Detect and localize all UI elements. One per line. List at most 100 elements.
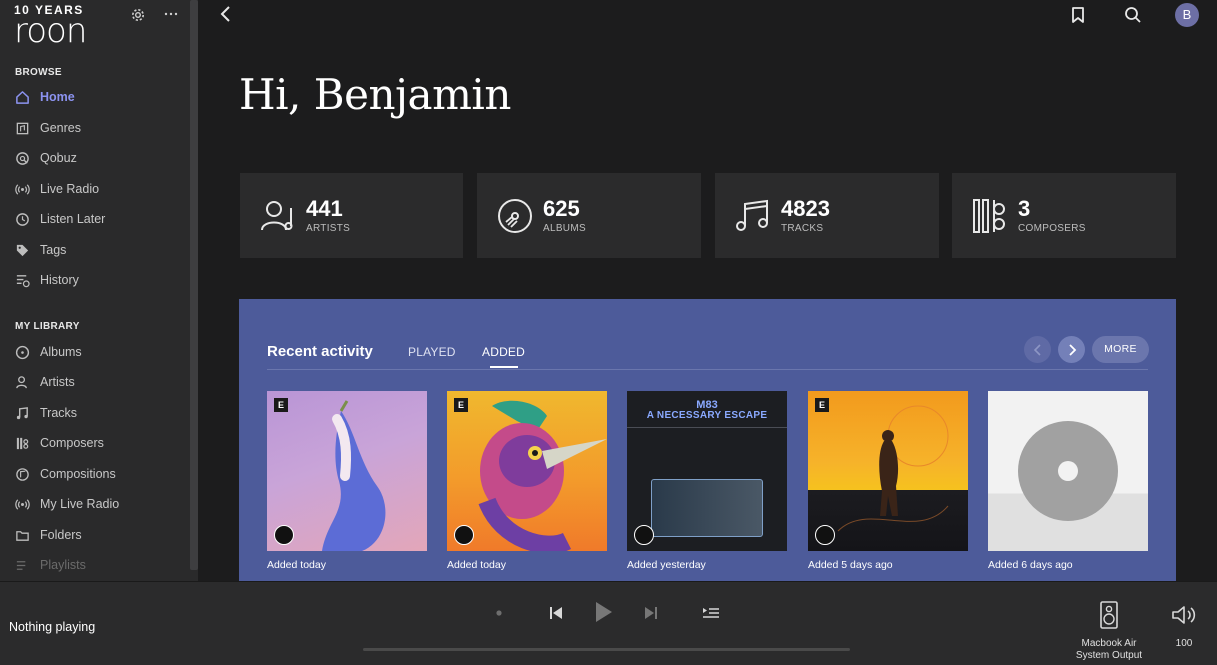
sidebar-item-label: Folders — [40, 528, 82, 542]
history-icon — [14, 272, 30, 288]
qobuz-badge-icon — [815, 525, 835, 545]
stat-card-tracks[interactable]: 4823 TRACKS — [715, 173, 939, 258]
stat-label: ARTISTS — [306, 223, 351, 234]
sidebar-item-compositions[interactable]: Compositions — [14, 463, 184, 485]
album-added-caption: Added 5 days ago — [808, 559, 893, 571]
sidebar-item-composers[interactable]: Composers — [14, 432, 184, 454]
album-cover-placeholder[interactable] — [988, 391, 1148, 551]
play-icon — [596, 602, 612, 622]
stat-value: 4823 — [781, 196, 830, 221]
playback-progress-bar[interactable] — [363, 648, 850, 651]
sidebar-item-qobuz[interactable]: Qobuz — [14, 147, 184, 169]
composition-icon — [14, 466, 30, 482]
album-cover[interactable]: M83 A NECESSARY ESCAPE — [627, 391, 787, 551]
sidebar-item-tracks[interactable]: Tracks — [14, 402, 184, 424]
volume-icon — [1172, 606, 1196, 624]
previous-track-button[interactable] — [546, 602, 566, 624]
skip-back-icon — [550, 607, 562, 619]
tab-played[interactable]: PLAYED — [408, 345, 456, 359]
sidebar-scrollbar[interactable] — [190, 0, 198, 570]
volume-value: 100 — [1175, 638, 1193, 649]
next-page-button[interactable] — [1058, 336, 1085, 363]
qobuz-icon — [14, 150, 30, 166]
tab-added[interactable]: ADDED — [482, 345, 525, 359]
bookmark-icon — [1072, 7, 1084, 23]
chevron-left-icon — [1033, 343, 1041, 356]
random-radio-dot-icon[interactable] — [494, 608, 504, 618]
sidebar-item-tags[interactable]: Tags — [14, 239, 184, 261]
next-track-button[interactable] — [641, 602, 661, 624]
volume-button[interactable] — [1170, 602, 1198, 628]
sidebar-item-label: Playlists — [40, 558, 86, 572]
speaker-icon — [1100, 601, 1118, 629]
radio-icon — [14, 181, 30, 197]
browse-section-label: BROWSE — [15, 67, 62, 78]
sidebar-item-albums[interactable]: Albums — [14, 341, 184, 363]
music-note-icon — [14, 405, 30, 421]
album-cover[interactable]: E — [267, 391, 427, 551]
sidebar-item-label: Home — [40, 90, 75, 104]
tag-icon — [14, 242, 30, 258]
more-button[interactable]: MORE — [1092, 336, 1149, 363]
sidebar-item-artists[interactable]: Artists — [14, 371, 184, 393]
queue-button[interactable] — [700, 602, 722, 624]
stat-value: 625 — [543, 196, 580, 221]
sidebar-item-history[interactable]: History — [14, 269, 184, 291]
sidebar-item-label: History — [40, 273, 79, 287]
bookmark-button[interactable] — [1069, 5, 1089, 25]
back-button[interactable] — [218, 4, 236, 24]
roon-logo[interactable]: 10 YEARS roon — [14, 4, 90, 51]
search-button[interactable] — [1123, 5, 1143, 25]
sidebar: 10 YEARS roon BROWSE Home Genres Qobuz L… — [0, 0, 198, 581]
qobuz-badge-icon — [274, 525, 294, 545]
sidebar-item-label: Qobuz — [40, 151, 77, 165]
recent-activity-panel: Recent activity PLAYED ADDED MORE E Adde… — [239, 299, 1176, 581]
roon-app: 10 YEARS roon BROWSE Home Genres Qobuz L… — [0, 0, 1217, 665]
skip-forward-icon — [645, 607, 657, 619]
play-button[interactable] — [591, 599, 615, 625]
album-cover-title: A NECESSARY ESCAPE — [646, 410, 768, 421]
chevron-right-icon — [1068, 343, 1076, 356]
stat-label: COMPOSERS — [1018, 223, 1086, 234]
stat-label: ALBUMS — [543, 223, 586, 234]
stat-value: 441 — [306, 196, 343, 221]
sidebar-item-genres[interactable]: Genres — [14, 117, 184, 139]
sidebar-item-my-live-radio[interactable]: My Live Radio — [14, 493, 184, 515]
sidebar-item-home[interactable]: Home — [14, 86, 184, 108]
zone-name[interactable]: Macbook Air System Output — [1064, 638, 1154, 662]
sidebar-item-label: Genres — [40, 121, 81, 135]
stat-card-artists[interactable]: 441 ARTISTS — [240, 173, 463, 258]
sidebar-item-folders[interactable]: Folders — [14, 524, 184, 546]
sidebar-item-label: Listen Later — [40, 212, 106, 226]
zone-speaker-button[interactable] — [1098, 599, 1120, 631]
person-icon — [14, 374, 30, 390]
sidebar-item-playlists[interactable]: Playlists — [14, 554, 184, 576]
logo-wordmark: roon — [14, 11, 87, 51]
more-options-icon[interactable] — [162, 5, 180, 23]
stat-label: TRACKS — [781, 223, 824, 234]
sidebar-item-label: Compositions — [40, 467, 116, 481]
previous-page-button[interactable] — [1024, 336, 1051, 363]
album-card[interactable]: E Added today — [267, 391, 427, 571]
qobuz-badge-icon — [634, 525, 654, 545]
album-cover[interactable]: E — [447, 391, 607, 551]
album-cover-rule — [627, 427, 787, 428]
user-avatar[interactable]: B — [1175, 3, 1199, 27]
album-card[interactable]: E Added today — [447, 391, 607, 571]
album-cover[interactable]: E — [808, 391, 968, 551]
now-playing-text: Nothing playing — [9, 620, 96, 634]
album-card[interactable]: E Added 5 days ago — [808, 391, 968, 571]
recent-activity-title: Recent activity — [267, 343, 373, 360]
sidebar-item-listen-later[interactable]: Listen Later — [14, 208, 184, 230]
stat-card-albums[interactable]: 625 ALBUMS — [477, 173, 701, 258]
sidebar-item-label: Tags — [40, 243, 67, 257]
sidebar-item-live-radio[interactable]: Live Radio — [14, 178, 184, 200]
stat-value: 3 — [1018, 196, 1031, 221]
disc-icon — [14, 344, 30, 360]
stat-card-composers[interactable]: 3 COMPOSERS — [952, 173, 1176, 258]
album-card[interactable]: M83 A NECESSARY ESCAPE Added yesterday — [627, 391, 787, 571]
album-card[interactable]: Added 6 days ago — [988, 391, 1148, 571]
sidebar-item-label: Albums — [40, 345, 82, 359]
composer-icon — [973, 198, 1005, 233]
settings-gear-icon[interactable] — [129, 7, 147, 25]
